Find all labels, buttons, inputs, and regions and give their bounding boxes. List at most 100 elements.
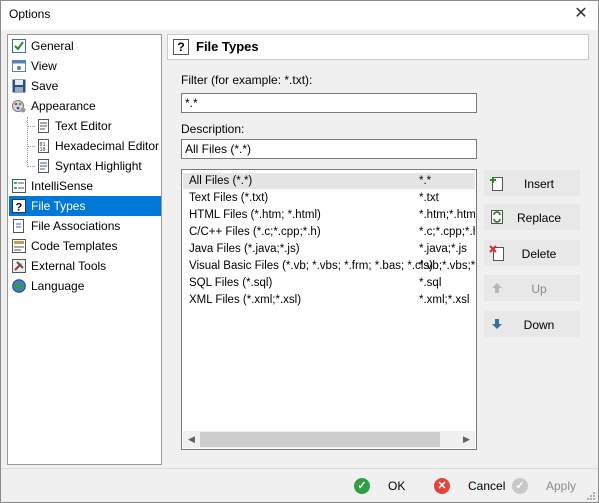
description-input[interactable]: All Files (*.*) (181, 139, 477, 159)
sidebar-item-appearance[interactable]: Appearance (12, 96, 96, 116)
list-item[interactable]: SQL Files (*.sql) *.sql (183, 275, 475, 291)
apply-label: Apply (546, 479, 577, 493)
sidebar-item-label: Syntax Highlight (55, 159, 142, 173)
scroll-right-icon[interactable]: ▶ (458, 431, 475, 448)
list-item[interactable]: Java Files (*.java;*.js) *.java;*.js (183, 241, 475, 257)
cancel-icon: ✕ (434, 478, 450, 494)
list-item[interactable]: All Files (*.*) *.* (183, 173, 475, 189)
horizontal-scrollbar[interactable]: ◀ ▶ (183, 431, 475, 448)
page-title: File Types (196, 39, 259, 54)
list-item[interactable]: Text Files (*.txt) *.txt (183, 190, 475, 206)
template-icon (12, 239, 26, 253)
sidebar-item-label: Text Editor (55, 119, 112, 133)
svg-text:?: ? (16, 202, 23, 214)
document-association-icon (12, 219, 26, 233)
scroll-left-icon[interactable]: ◀ (183, 431, 200, 448)
sidebar-item-label: File Types (31, 199, 86, 213)
file-type-name: Java Files (*.java;*.js) (189, 243, 300, 255)
sidebar-item-label: External Tools (31, 259, 107, 273)
file-type-name: SQL Files (*.sql) (189, 277, 273, 289)
checkbox-icon (12, 39, 26, 53)
resize-grip-icon[interactable] (586, 490, 596, 500)
panel-header: ? File Types (167, 34, 589, 60)
document-icon (36, 119, 50, 133)
svg-text:10: 10 (40, 147, 46, 153)
sidebar-item-syntax-highlight[interactable]: Syntax Highlight (36, 156, 142, 176)
sidebar-item-label: Appearance (31, 99, 96, 113)
window-title: Options (9, 7, 51, 21)
question-mark-icon: ? (12, 199, 26, 214)
floppy-disk-icon (12, 79, 26, 93)
delete-button[interactable]: Delete (484, 240, 580, 266)
down-button[interactable]: Down (484, 311, 580, 337)
options-dialog: Options ✕ General View Save Appearance T… (0, 0, 599, 503)
scrollbar-thumb[interactable] (200, 432, 440, 447)
question-mark-icon: ? (173, 39, 189, 55)
file-types-list[interactable]: All Files (*.*) *.* Text Files (*.txt) *… (181, 169, 477, 450)
delete-label: Delete (521, 247, 557, 261)
sidebar-item-external-tools[interactable]: External Tools (12, 256, 106, 276)
sidebar-item-label: View (31, 59, 57, 73)
tools-icon (12, 259, 26, 273)
sidebar-item-code-templates[interactable]: Code Templates (12, 236, 118, 256)
sidebar-item-label: Hexadecimal Editor (55, 139, 160, 153)
sidebar-item-intellisense[interactable]: IntelliSense (12, 176, 93, 196)
tree-connector (27, 126, 35, 127)
filter-label: Filter (for example: *.txt): (181, 73, 313, 87)
ok-label: OK (388, 479, 406, 493)
file-type-pattern: *.java;*.js (419, 243, 467, 255)
palette-gear-icon (12, 99, 26, 113)
ok-button[interactable]: ✓ OK (354, 475, 405, 497)
file-type-name: All Files (*.*) (189, 175, 253, 187)
down-label: Down (523, 318, 555, 332)
sidebar-item-label: Code Templates (31, 239, 118, 253)
replace-label: Replace (516, 211, 562, 225)
sidebar-item-text-editor[interactable]: Text Editor (36, 116, 112, 136)
file-type-pattern: *.htm;*.html (419, 209, 475, 221)
sidebar-item-label: General (31, 39, 74, 53)
sidebar-item-general[interactable]: General (12, 36, 74, 56)
list-item[interactable]: Visual Basic Files (*.vb; *.vbs; *.frm; … (183, 258, 475, 274)
tree-connector (27, 146, 35, 147)
highlight-document-icon (36, 159, 50, 173)
list-item[interactable]: HTML Files (*.htm; *.html) *.htm;*.html (183, 207, 475, 223)
file-type-name: HTML Files (*.htm; *.html) (189, 209, 321, 221)
sidebar-item-view[interactable]: View (12, 56, 57, 76)
file-type-name: Text Files (*.txt) (189, 192, 269, 204)
category-tree[interactable]: General View Save Appearance Text Editor (7, 34, 162, 465)
sidebar-item-hexadecimal-editor[interactable]: 01 10 Hexadecimal Editor (36, 136, 159, 156)
file-type-pattern: *.vb;*.vbs;*.frm (419, 260, 475, 272)
close-icon[interactable]: ✕ (570, 3, 592, 25)
list-icon (12, 179, 26, 193)
file-type-pattern: *.c;*.cpp;*.h (419, 226, 475, 238)
up-label: Up (531, 282, 547, 296)
sidebar-item-language[interactable]: Language (12, 276, 84, 296)
up-button[interactable]: Up (484, 275, 580, 301)
sidebar-item-file-associations[interactable]: File Associations (12, 216, 120, 236)
list-item[interactable]: XML Files (*.xml;*.xsl) *.xml;*.xsl (183, 292, 475, 308)
sidebar-item-save[interactable]: Save (12, 76, 58, 96)
cancel-label: Cancel (468, 479, 506, 493)
apply-button[interactable]: ✓ Apply (512, 475, 576, 497)
file-type-pattern: *.sql (419, 277, 442, 289)
file-type-pattern: *.txt (419, 192, 439, 204)
file-type-name: Visual Basic Files (*.vb; *.vbs; *.frm; … (189, 260, 433, 272)
tree-connector (27, 166, 35, 167)
sidebar-item-label: Save (31, 79, 59, 93)
replace-button[interactable]: Replace (484, 204, 580, 230)
file-type-name: C/C++ Files (*.c;*.cpp;*.h) (189, 226, 321, 238)
sidebar-item-label: Language (31, 279, 85, 293)
insert-button[interactable]: Insert (484, 170, 580, 196)
description-label: Description: (181, 122, 245, 136)
filter-input[interactable]: *.* (181, 93, 477, 113)
sidebar-item-file-types[interactable]: ? File Types (9, 196, 161, 216)
cancel-button[interactable]: ✕ Cancel (434, 475, 505, 497)
dialog-footer: ✓ OK ✕ Cancel ✓ Apply (1, 468, 598, 502)
file-type-pattern: *.xml;*.xsl (419, 294, 470, 306)
file-type-pattern: *.* (419, 175, 432, 187)
binary-document-icon: 01 10 (36, 139, 50, 153)
sidebar-item-label: File Associations (31, 219, 121, 233)
list-item[interactable]: C/C++ Files (*.c;*.cpp;*.h) *.c;*.cpp;*.… (183, 224, 475, 240)
tree-connector (27, 117, 28, 167)
insert-label: Insert (523, 177, 554, 191)
